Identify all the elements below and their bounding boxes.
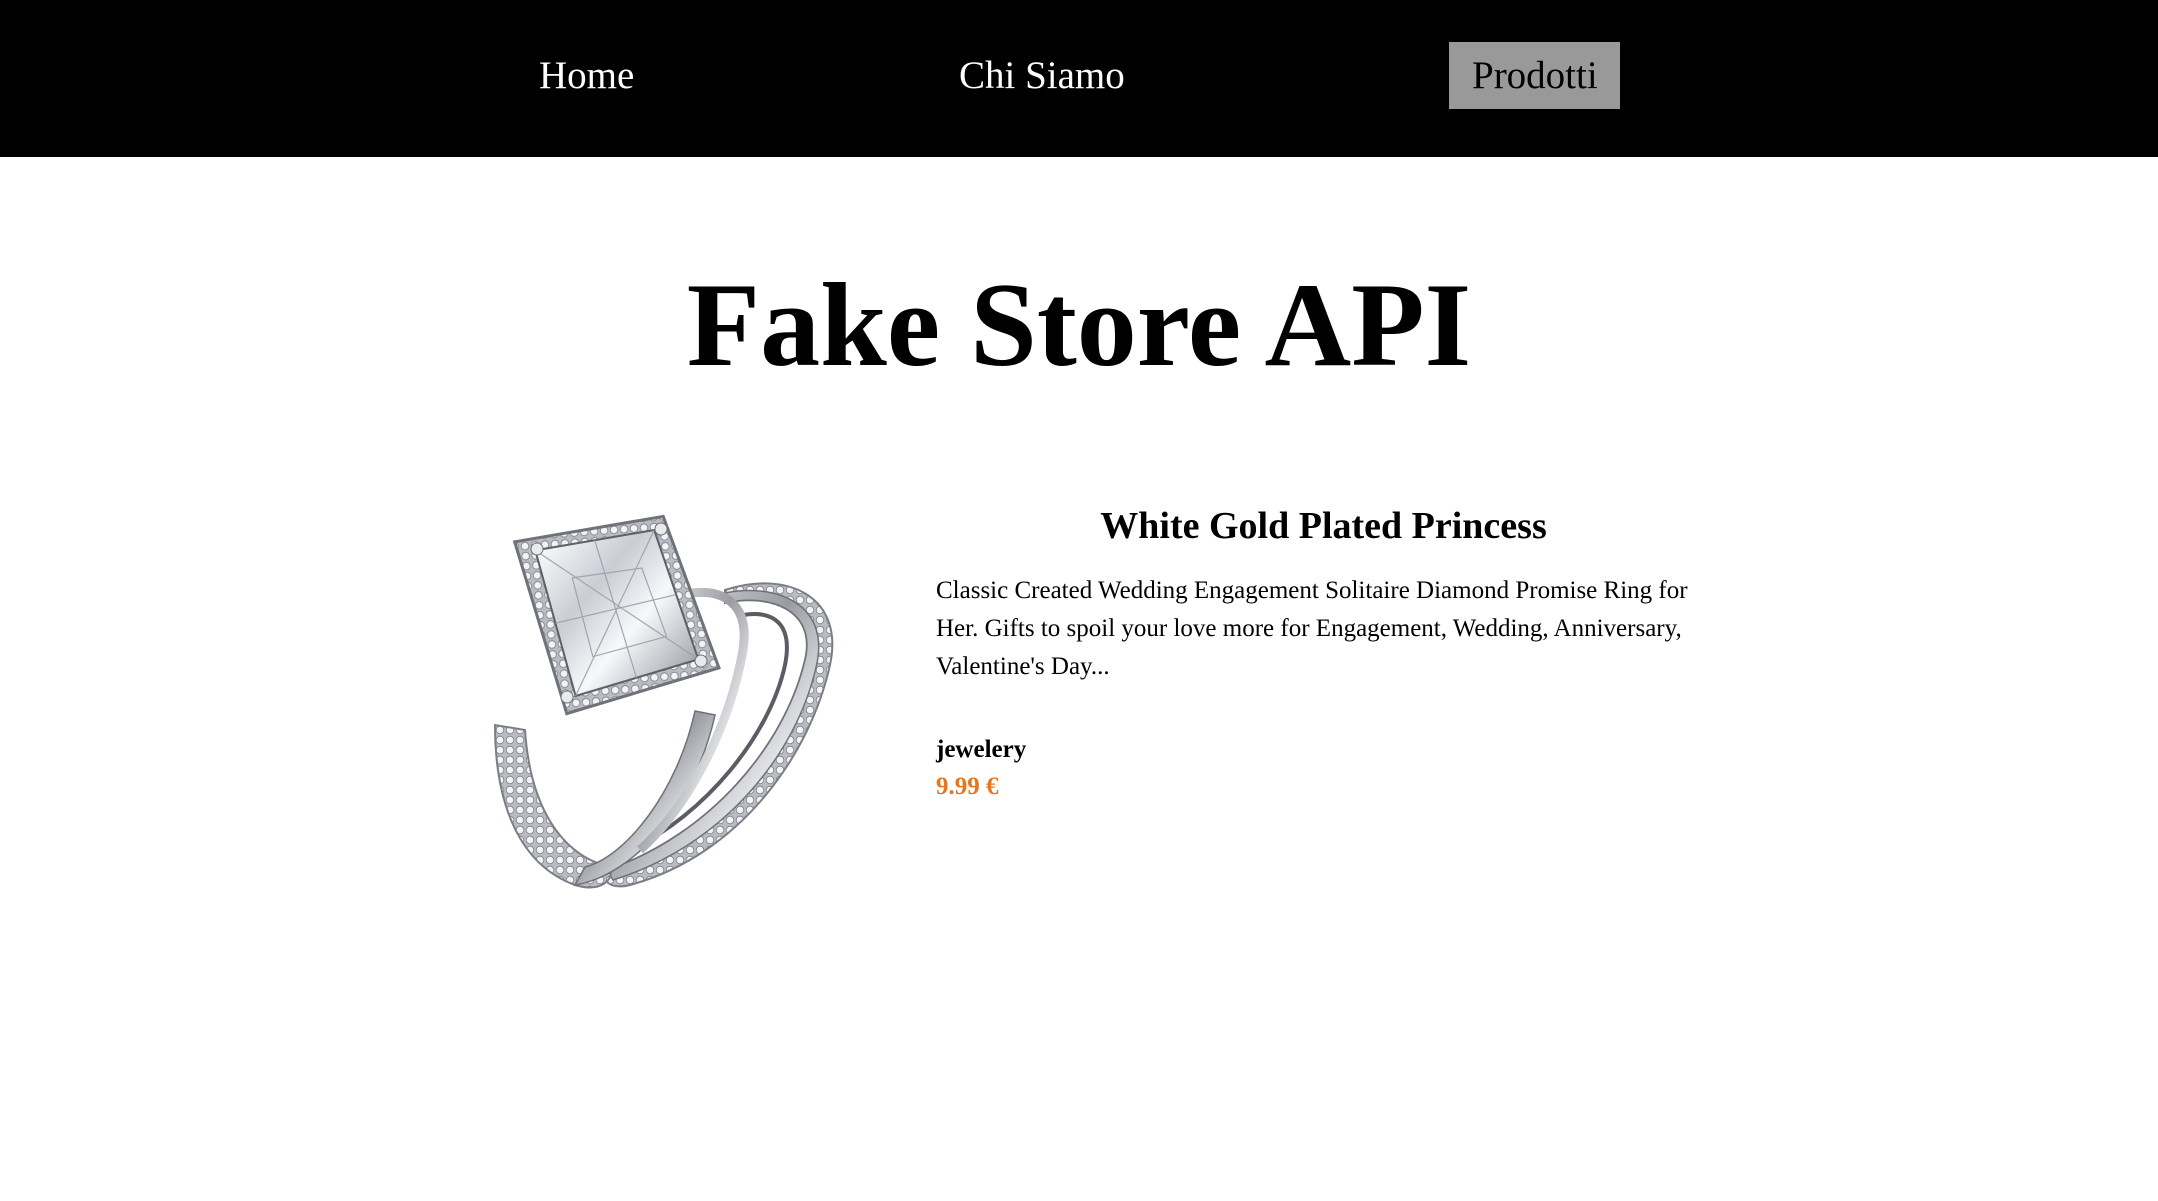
product-title: White Gold Plated Princess	[1100, 505, 1547, 547]
product-category: jewelery	[936, 736, 1027, 763]
product-description: Classic Created Wedding Engagement Solit…	[936, 577, 1688, 680]
page-title: Fake Store API	[686, 258, 1472, 391]
product-image	[425, 475, 855, 905]
nav-link-chi-siamo[interactable]: Chi Siamo	[936, 42, 1148, 109]
nav-link-home[interactable]: Home	[516, 42, 657, 109]
nav-link-prodotti[interactable]: Prodotti	[1449, 42, 1620, 109]
product-price: 9.99 €	[936, 773, 999, 800]
top-navbar: Home Chi Siamo Prodotti	[0, 0, 2158, 157]
diamond-ring-image	[493, 514, 834, 889]
